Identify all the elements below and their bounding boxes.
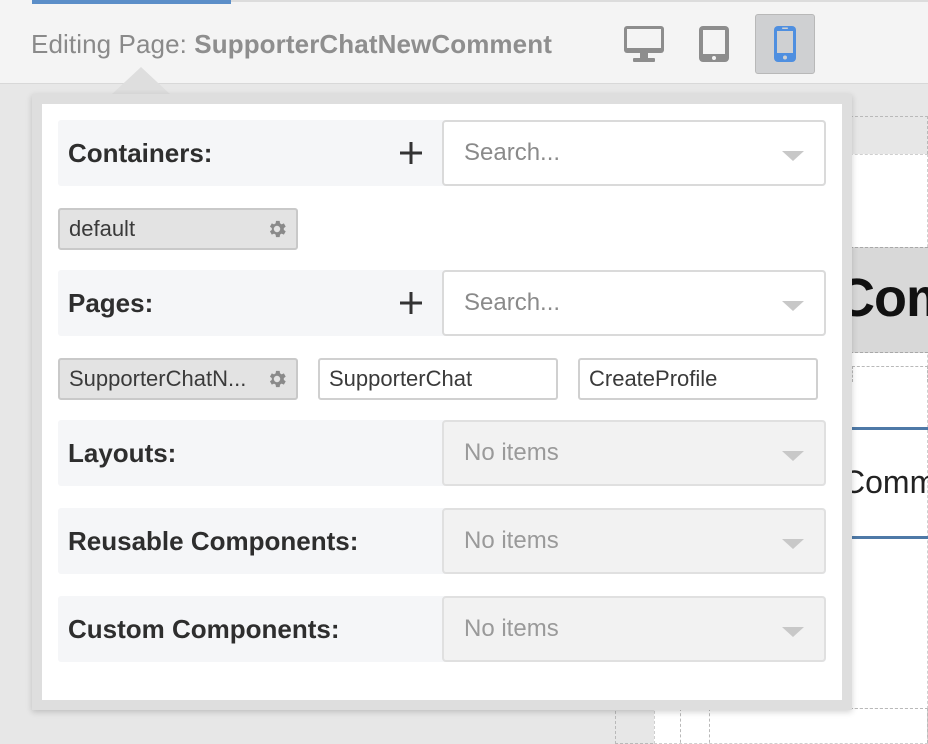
plus-icon bbox=[400, 292, 422, 314]
custom-components-section: Custom Components: No items bbox=[58, 596, 826, 662]
containers-label: Containers: bbox=[68, 138, 213, 168]
chevron-down-icon bbox=[782, 151, 804, 161]
layouts-select[interactable]: No items bbox=[442, 420, 826, 486]
gear-icon[interactable] bbox=[265, 367, 289, 391]
chevron-down-icon bbox=[782, 539, 804, 549]
page-tag-supporterchat[interactable]: SupporterChat bbox=[318, 358, 558, 400]
page-tag-label: SupporterChat bbox=[329, 366, 473, 391]
mobile-icon bbox=[774, 26, 796, 62]
page-settings-popover: Containers: Search... default Pages: Sea… bbox=[32, 94, 852, 710]
footer-inner-block bbox=[709, 708, 928, 744]
toolbar-top-border bbox=[231, 0, 928, 2]
plus-icon bbox=[400, 142, 422, 164]
page-name[interactable]: SupporterChatNewComment bbox=[194, 29, 552, 59]
containers-section: Containers: Search... bbox=[58, 120, 826, 186]
container-tag-label: default bbox=[69, 216, 136, 241]
container-tag-default[interactable]: default bbox=[58, 208, 298, 250]
custom-components-label: Custom Components: bbox=[68, 614, 340, 644]
editing-label: Editing Page: bbox=[31, 29, 187, 59]
mobile-view-button[interactable] bbox=[755, 14, 815, 74]
page-title: Editing Page: SupporterChatNewComment bbox=[31, 29, 552, 60]
desktop-icon bbox=[624, 26, 664, 62]
custom-components-select[interactable]: No items bbox=[442, 596, 826, 662]
comment-box-bottom-border bbox=[850, 536, 928, 539]
reusable-components-placeholder: No items bbox=[464, 527, 559, 554]
page-tag-createprofile[interactable]: CreateProfile bbox=[578, 358, 818, 400]
spacer-block bbox=[852, 366, 928, 382]
chevron-down-icon bbox=[782, 301, 804, 311]
chevron-down-icon bbox=[782, 451, 804, 461]
gear-icon[interactable] bbox=[265, 217, 289, 241]
reusable-components-select[interactable]: No items bbox=[442, 508, 826, 574]
page-tag-label: SupporterChatN... bbox=[69, 366, 247, 391]
comment-box-top-border bbox=[850, 427, 928, 430]
layouts-label: Layouts: bbox=[68, 438, 177, 468]
chevron-down-icon bbox=[782, 627, 804, 637]
pages-search-placeholder: Search... bbox=[464, 289, 561, 316]
tablet-view-button[interactable] bbox=[684, 14, 744, 74]
comment-text[interactable]: Comm bbox=[842, 464, 928, 501]
add-container-button[interactable] bbox=[394, 136, 428, 170]
desktop-view-button[interactable] bbox=[614, 14, 674, 74]
active-tab-indicator bbox=[32, 0, 231, 4]
add-page-button[interactable] bbox=[394, 286, 428, 320]
pages-label: Pages: bbox=[68, 288, 154, 318]
page-tag-label: CreateProfile bbox=[589, 366, 718, 391]
pages-search-select[interactable]: Search... bbox=[442, 270, 826, 336]
custom-components-placeholder: No items bbox=[464, 615, 559, 642]
pages-section: Pages: Search... bbox=[58, 270, 826, 336]
page-tag-supporterchatnewcomment[interactable]: SupporterChatN... bbox=[58, 358, 298, 400]
popover-arrow bbox=[111, 67, 171, 95]
tablet-icon bbox=[699, 26, 729, 62]
containers-search-placeholder: Search... bbox=[464, 139, 561, 166]
layouts-placeholder: No items bbox=[464, 439, 559, 466]
reusable-components-label: Reusable Components: bbox=[68, 526, 359, 556]
containers-search-select[interactable]: Search... bbox=[442, 120, 826, 186]
reusable-components-section: Reusable Components: No items bbox=[58, 508, 826, 574]
layouts-section: Layouts: No items bbox=[58, 420, 826, 486]
